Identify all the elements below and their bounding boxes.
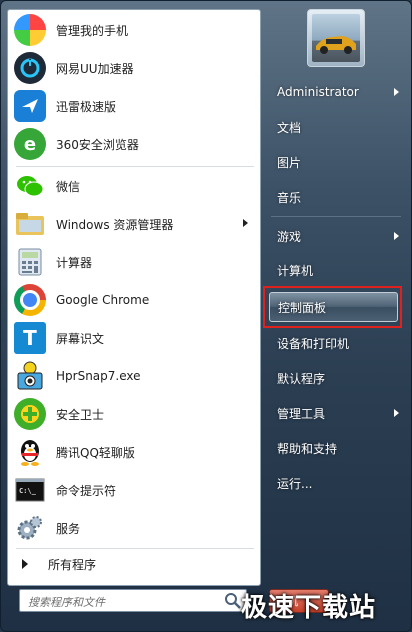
program-item-phone-manager[interactable]: 管理我的手机 [10,12,258,48]
thunder-bird-icon [14,90,46,122]
uu-accelerator-icon [14,52,46,84]
program-item-command-prompt[interactable]: C:\_ 命令提示符 [10,472,258,508]
security-guard-icon [14,398,46,430]
places-separator [271,216,401,217]
command-prompt-icon: C:\_ [14,474,46,506]
program-item-360-browser[interactable]: e 360安全浏览器 [10,126,258,162]
start-menu: 管理我的手机 网易UU加速器 迅雷极速版 e 360安全浏览器 微信 Windo… [0,0,412,632]
user-avatar[interactable] [307,9,365,67]
places-item-computer[interactable]: 计算机 [269,255,403,285]
program-item-services[interactable]: 服务 [10,510,258,546]
expand-arrow-icon [22,559,28,569]
search-input[interactable]: 搜索程序和文件 [19,589,247,612]
car-picture [312,14,360,62]
calculator-icon [14,246,46,278]
chrome-icon [14,284,46,316]
qq-penguin-icon [14,436,46,468]
submenu-arrow-icon [394,409,399,417]
program-item-wechat[interactable]: 微信 [10,168,258,204]
places-item-default-programs[interactable]: 默认程序 [269,363,403,393]
places-item-music[interactable]: 音乐 [269,182,403,212]
program-item-qq-lite[interactable]: 腾讯QQ轻聊版 [10,434,258,470]
services-gear-icon [14,512,46,544]
explorer-folder-icon [14,208,46,240]
program-item-google-chrome[interactable]: Google Chrome [10,282,258,318]
phone-manager-icon [14,14,46,46]
all-programs-separator [16,548,254,549]
program-item-hypersnap[interactable]: HprSnap7.exe [10,358,258,394]
program-item-calculator[interactable]: 计算器 [10,244,258,280]
programs-pane: 管理我的手机 网易UU加速器 迅雷极速版 e 360安全浏览器 微信 Windo… [7,9,261,586]
360-browser-icon: e [14,128,46,160]
screen-ocr-icon: T [14,322,46,354]
program-item-uu-accelerator[interactable]: 网易UU加速器 [10,50,258,86]
hypersnap-camera-icon [14,360,46,392]
program-item-windows-explorer[interactable]: Windows 资源管理器 [10,206,258,242]
submenu-arrow-icon[interactable] [243,219,248,227]
watermark-text: 极速下载站 [241,593,377,623]
program-item-thunder[interactable]: 迅雷极速版 [10,88,258,124]
places-item-documents[interactable]: 文档 [269,112,403,142]
places-item-devices-printers[interactable]: 设备和打印机 [269,328,403,358]
places-item-help-support[interactable]: 帮助和支持 [269,433,403,463]
pinned-separator [16,166,254,167]
program-item-screen-ocr[interactable]: T 屏幕识文 [10,320,258,356]
places-item-run[interactable]: 运行... [269,468,403,498]
places-item-admin-tools[interactable]: 管理工具 [269,398,403,428]
search-icon [225,593,241,609]
highlight-annotation-box [263,286,402,328]
places-item-pictures[interactable]: 图片 [269,147,403,177]
submenu-arrow-icon [394,232,399,240]
submenu-arrow-icon [394,88,399,96]
all-programs-button[interactable]: 所有程序 [10,550,258,578]
places-item-administrator[interactable]: Administrator [269,77,403,107]
svg-text:C:\_: C:\_ [19,487,37,495]
places-item-games[interactable]: 游戏 [269,221,403,251]
wechat-icon [14,170,46,202]
program-item-security-guard[interactable]: 安全卫士 [10,396,258,432]
